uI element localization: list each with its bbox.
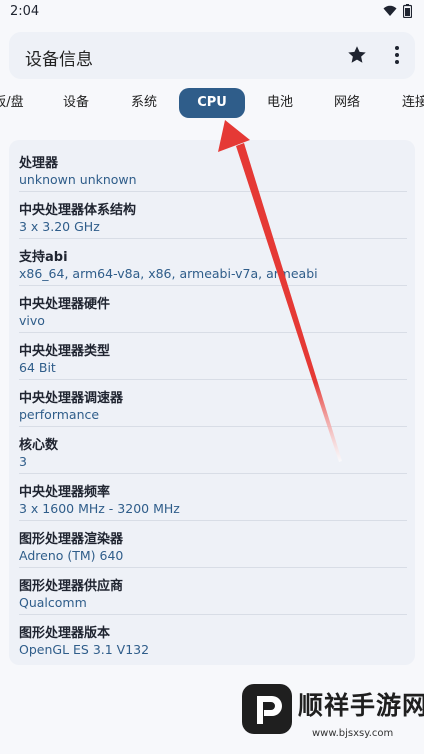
tab-network[interactable]: 网络 bbox=[323, 88, 371, 118]
info-value: Adreno (TM) 640 bbox=[19, 548, 124, 563]
tab-cpu[interactable]: CPU bbox=[179, 88, 245, 118]
info-value: unknown unknown bbox=[19, 172, 137, 187]
info-row: 支持abi x86_64, arm64-v8a, x86, armeabi-v7… bbox=[19, 239, 407, 286]
info-value: performance bbox=[19, 407, 100, 422]
info-value: 64 Bit bbox=[19, 360, 56, 375]
info-value: Qualcomm bbox=[19, 595, 87, 610]
more-options-icon[interactable] bbox=[391, 44, 403, 66]
info-label: 图形处理器版本 bbox=[19, 626, 111, 641]
info-value: 3 bbox=[19, 454, 27, 469]
star-icon[interactable] bbox=[346, 44, 368, 66]
info-row: 核心数 3 bbox=[19, 427, 407, 474]
info-row: 图形处理器渲染器 Adreno (TM) 640 bbox=[19, 521, 407, 568]
watermark: 顺祥手游网 www.bjsxsy.com bbox=[240, 676, 424, 754]
info-row: 中央处理器体系结构 3 x 3.20 GHz bbox=[19, 192, 407, 239]
tab-system[interactable]: 系统 bbox=[120, 88, 168, 118]
info-row: 图形处理器供应商 Qualcomm bbox=[19, 568, 407, 615]
info-value: x86_64, arm64-v8a, x86, armeabi-v7a, arm… bbox=[19, 266, 318, 281]
info-label: 核心数 bbox=[19, 438, 59, 453]
wifi-icon bbox=[383, 5, 397, 16]
info-label: 支持abi bbox=[19, 250, 68, 265]
status-time: 2:04 bbox=[10, 4, 40, 19]
tab-bar: 主板/盘 设备 系统 CPU 电池 网络 连接 bbox=[0, 88, 424, 118]
info-row: 中央处理器调速器 performance bbox=[19, 380, 407, 427]
tab-board-storage[interactable]: 主板/盘 bbox=[0, 88, 28, 118]
info-row: 中央处理器频率 3 x 1600 MHz - 3200 MHz bbox=[19, 474, 407, 521]
info-value: 3 x 1600 MHz - 3200 MHz bbox=[19, 501, 180, 516]
info-row: 中央处理器硬件 vivo bbox=[19, 286, 407, 333]
info-label: 图形处理器供应商 bbox=[19, 579, 124, 594]
status-icons bbox=[383, 4, 412, 18]
info-label: 中央处理器调速器 bbox=[19, 391, 124, 406]
info-value: 3 x 3.20 GHz bbox=[19, 219, 100, 234]
watermark-title: 顺祥手游网 bbox=[298, 691, 424, 720]
tab-connection[interactable]: 连接 bbox=[391, 88, 424, 118]
watermark-logo-icon bbox=[242, 684, 292, 734]
info-label: 中央处理器类型 bbox=[19, 344, 111, 359]
info-value: vivo bbox=[19, 313, 45, 328]
info-row: 图形处理器版本 OpenGL ES 3.1 V132 bbox=[19, 615, 407, 662]
app-bar: 设备信息 bbox=[9, 32, 415, 79]
tab-device[interactable]: 设备 bbox=[52, 88, 100, 118]
info-row: 中央处理器类型 64 Bit bbox=[19, 333, 407, 380]
cpu-info-card: 处理器 unknown unknown 中央处理器体系结构 3 x 3.20 G… bbox=[9, 140, 415, 665]
info-value: OpenGL ES 3.1 V132 bbox=[19, 642, 150, 657]
info-row: 处理器 unknown unknown bbox=[19, 145, 407, 192]
info-label: 图形处理器渲染器 bbox=[19, 532, 124, 547]
info-label: 中央处理器体系结构 bbox=[19, 203, 137, 218]
info-label: 中央处理器频率 bbox=[19, 485, 111, 500]
page-title: 设备信息 bbox=[25, 50, 93, 70]
info-label: 处理器 bbox=[19, 156, 59, 171]
watermark-url: www.bjsxsy.com bbox=[312, 728, 394, 739]
battery-icon bbox=[403, 4, 412, 18]
info-label: 中央处理器硬件 bbox=[19, 297, 111, 312]
tab-battery[interactable]: 电池 bbox=[256, 88, 304, 118]
status-bar: 2:04 bbox=[0, 0, 424, 26]
